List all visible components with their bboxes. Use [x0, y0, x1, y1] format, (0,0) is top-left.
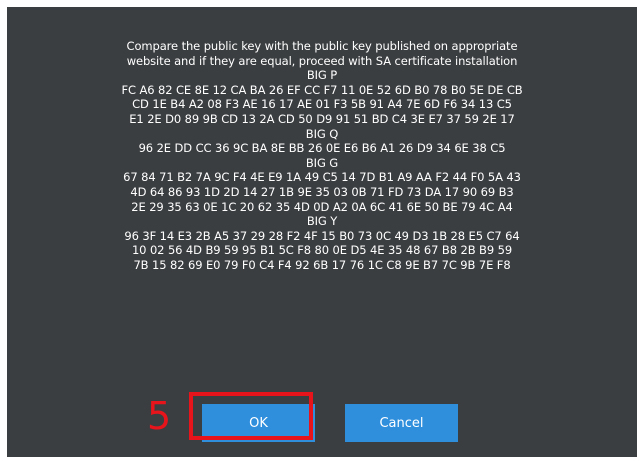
key-section-heading: BIG Q: [305, 126, 339, 141]
key-hex-line: CD 1E B4 A2 08 F3 AE 16 17 AE 01 F3 5B 9…: [132, 97, 512, 112]
key-hex-line: E1 2E D0 89 9B CD 13 2A CD 50 D9 91 51 B…: [129, 111, 515, 126]
ok-button[interactable]: OK: [202, 404, 315, 442]
key-hex-line: 67 84 71 B2 7A 9C F4 4E E9 1A 49 C5 14 7…: [123, 170, 521, 185]
key-hex-line: 96 3F 14 E3 2B A5 37 29 28 F2 4F 15 B0 7…: [124, 228, 520, 243]
message-line: website and if they are equal, proceed w…: [126, 53, 518, 68]
key-hex-line: FC A6 82 CE 8E 12 CA BA 26 EF CC F7 11 0…: [121, 82, 523, 97]
key-hex-line: 4D 64 86 93 1D 2D 14 27 1B 9E 35 03 0B 7…: [130, 184, 514, 199]
cancel-button[interactable]: Cancel: [345, 404, 458, 442]
key-hex-line: 2E 29 35 63 0E 1C 20 62 35 4D 0D A2 0A 6…: [131, 199, 513, 214]
key-section-heading: BIG Y: [306, 214, 338, 229]
dialog-message: Compare the public key with the public k…: [7, 39, 637, 273]
key-hex-line: 10 02 56 4D B9 59 95 B1 5C F8 80 0E D5 4…: [131, 243, 513, 258]
key-section-heading: BIG P: [306, 68, 338, 83]
message-line: Compare the public key with the public k…: [126, 39, 518, 53]
confirm-public-key-dialog: Compare the public key with the public k…: [7, 7, 637, 457]
step-number-annotation: 5: [147, 394, 172, 438]
key-section-heading: BIG G: [305, 155, 339, 170]
key-hex-line: 96 2E DD CC 36 9C BA 8E BB 26 0E E6 B6 A…: [138, 141, 506, 156]
key-hex-line: 7B 15 82 69 E0 79 F0 C4 F4 92 6B 17 76 1…: [133, 257, 511, 272]
